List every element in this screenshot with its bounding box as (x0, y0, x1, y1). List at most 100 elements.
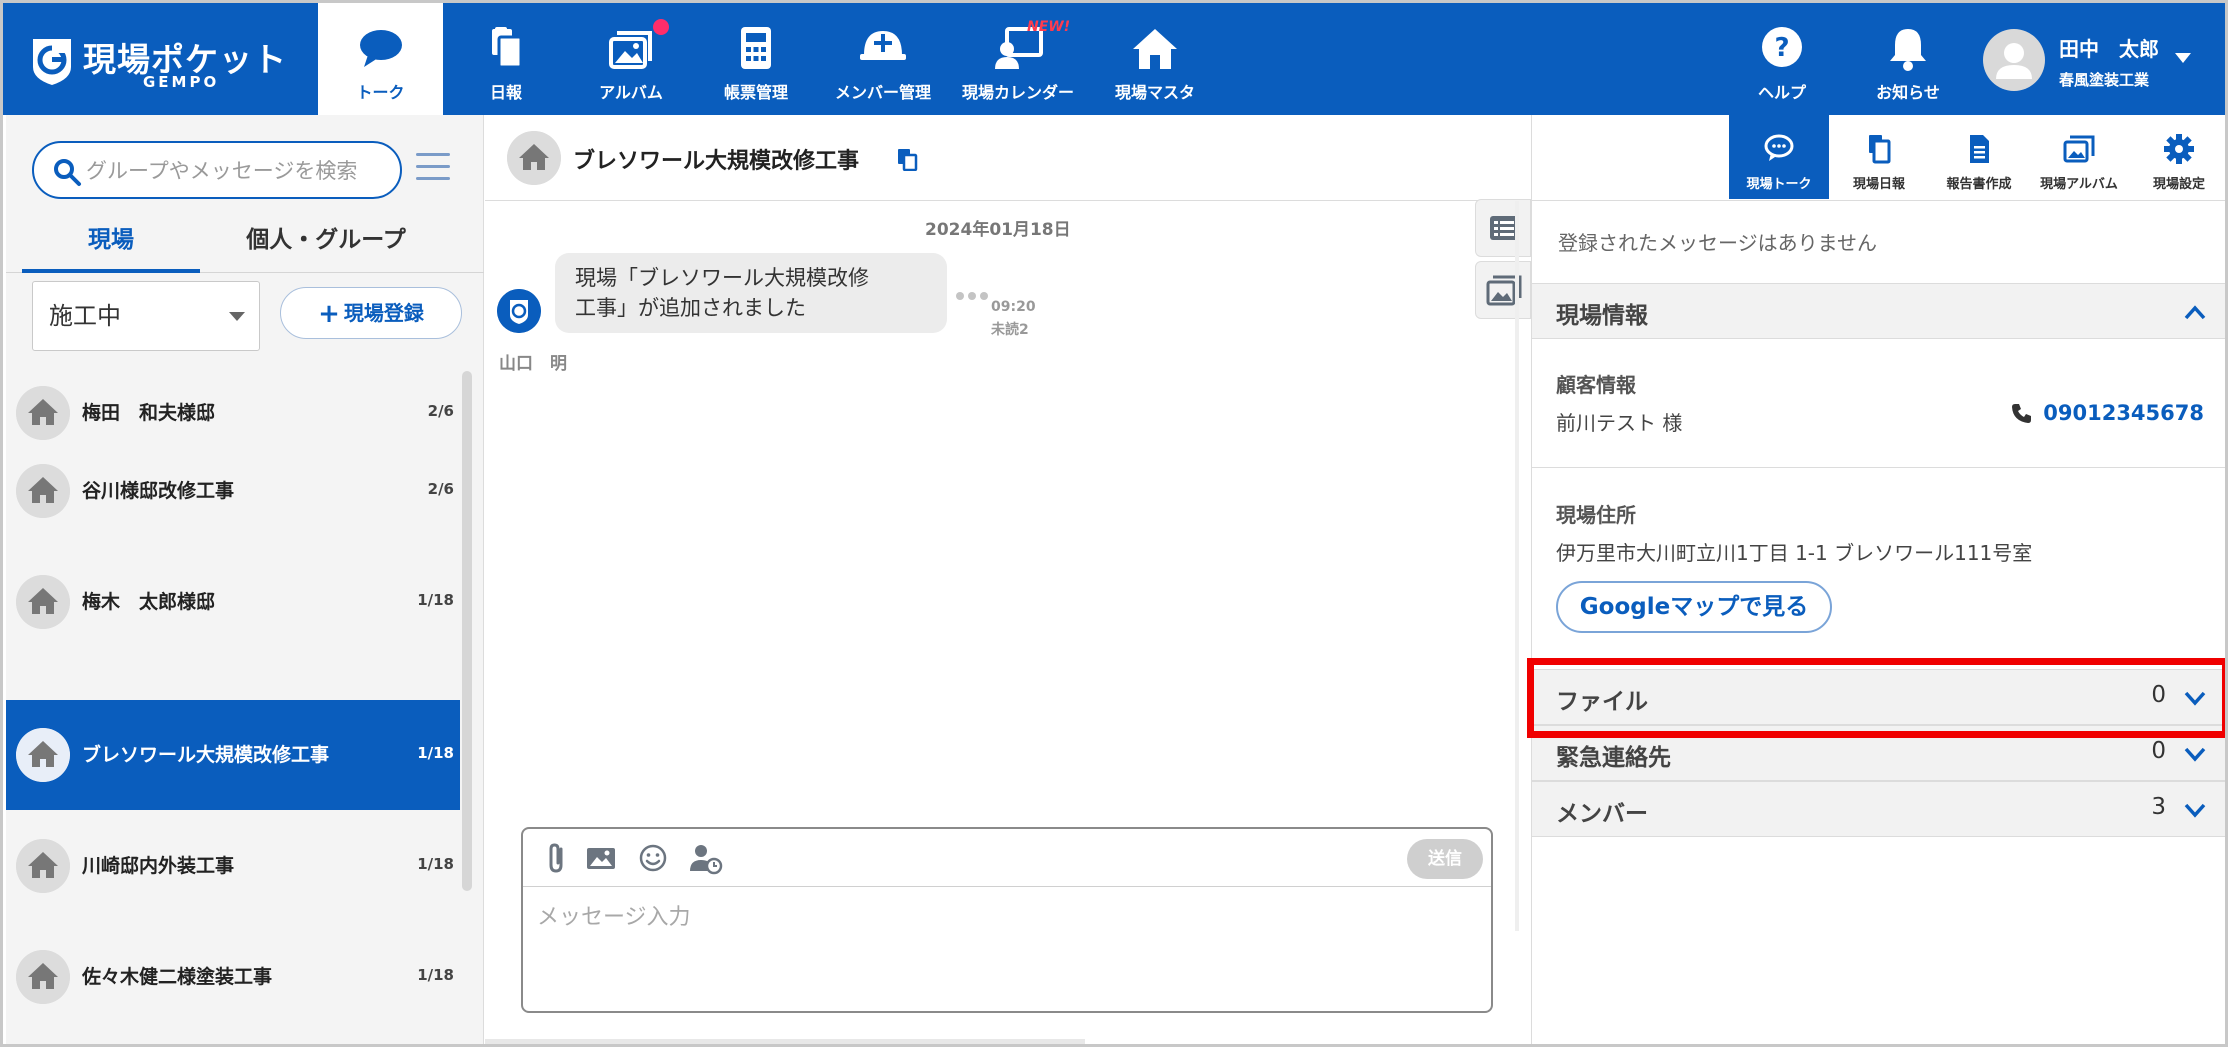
album-icon (2063, 135, 2095, 163)
unread-count: 1/18 (417, 744, 454, 762)
chat-title: ブレソワール大規模改修工事 (573, 149, 860, 174)
album-icon (609, 31, 652, 69)
copy-icon[interactable] (895, 147, 919, 171)
scheduled-send-icon[interactable] (687, 841, 723, 875)
search-icon (54, 159, 81, 186)
status-filter-select[interactable]: 施工中 (32, 281, 260, 351)
message-text-line1: 現場「ブレソワール大規模改修 (575, 266, 869, 290)
chat-scrollbar[interactable] (1515, 201, 1519, 931)
more-dots-icon[interactable] (955, 291, 989, 301)
message-time: 09:20 (991, 299, 1036, 315)
tab-site-talk[interactable]: 現場トーク (1729, 115, 1829, 199)
user-company: 春風塗装工業 (2059, 71, 2150, 89)
message-input[interactable] (537, 899, 1477, 999)
files-label: ファイル (1556, 689, 1648, 715)
user-avatar[interactable] (1983, 29, 2045, 91)
helmet-icon (860, 31, 906, 60)
emergency-label: 緊急連絡先 (1556, 745, 1671, 771)
register-site-button[interactable]: + 現場登録 (280, 287, 462, 339)
site-detail-tabs: 現場トーク 現場日報 報告書作成 現場アルバム 現場設定 (1532, 115, 2225, 201)
chat-panel: ブレソワール大規模改修工事 2024年01月18日 現場「ブレソワール大規模改修… (485, 115, 1531, 1044)
tab-personal-group[interactable]: 個人・グループ (226, 215, 426, 273)
files-count: 0 (2151, 682, 2166, 708)
status-filter-value: 施工中 (49, 302, 121, 330)
customer-phone-link[interactable]: 09012345678 (2011, 401, 2204, 425)
nav-help[interactable]: ? ヘルプ (1741, 3, 1823, 115)
album-icon (1486, 275, 1522, 306)
tab-report-creation[interactable]: 報告書作成 (1929, 115, 2029, 199)
nav-member-management[interactable]: メンバー管理 (823, 3, 943, 115)
site-info-section-header[interactable]: 現場情報 (1532, 283, 2225, 339)
address-label: 現場住所 (1556, 503, 1636, 527)
chat-bubble-icon (1764, 134, 1794, 161)
nav-site-master[interactable]: 現場マスタ (1107, 3, 1203, 115)
nav-forms[interactable]: 帳票管理 (715, 3, 797, 115)
list-view-button[interactable] (1475, 199, 1531, 257)
daily-report-icon (492, 27, 523, 69)
emergency-contacts-section-header[interactable]: 緊急連絡先 0 (1532, 725, 2225, 781)
message-composer: 送信 (521, 827, 1493, 1013)
tab-site-settings[interactable]: 現場設定 (2129, 115, 2225, 199)
message-text-line2: 工事」が追加されました (575, 296, 806, 320)
unread-count: 2/6 (427, 480, 454, 498)
chat-horizontal-scrollbar[interactable] (485, 1039, 1085, 1044)
user-name[interactable]: 田中 太郎 (2059, 33, 2159, 62)
site-list-item[interactable]: 梅木 太郎様邸 1/18 (6, 547, 460, 657)
gear-icon (2164, 134, 2194, 164)
nav-daily-report[interactable]: 日報 (463, 3, 549, 115)
site-list-item-selected[interactable]: ブレソワール大規模改修工事 1/18 (6, 700, 460, 810)
chevron-up-icon (2184, 305, 2206, 320)
report-document-icon (1970, 135, 1989, 163)
customer-info-label: 顧客情報 (1556, 373, 1636, 397)
site-tabs: 現場 個人・グループ (6, 215, 484, 273)
new-badge: NEW! (1027, 19, 1071, 35)
app-window: 現場ポケット GEMPO トーク 日報 アルバム 帳票管理 メンバー管理 現場カ… (0, 0, 2228, 1047)
house-icon (507, 131, 561, 185)
search-input[interactable] (86, 153, 386, 189)
tab-site-album[interactable]: 現場アルバム (2029, 115, 2129, 199)
tab-sites[interactable]: 現場 (22, 215, 200, 273)
phone-icon (2012, 404, 2032, 423)
list-icon (1490, 216, 1518, 240)
site-list-item[interactable]: 川崎邸内外装工事 1/18 (6, 811, 460, 921)
tab-site-daily-report[interactable]: 現場日報 (1829, 115, 1929, 199)
site-list-scrollbar[interactable] (462, 371, 472, 891)
chevron-down-icon (2184, 747, 2206, 762)
members-label: メンバー (1556, 801, 1648, 827)
help-icon: ? (1762, 27, 1802, 67)
house-icon (16, 575, 70, 629)
plus-icon: + (318, 299, 340, 329)
menu-icon[interactable] (416, 153, 450, 183)
site-detail-panel: 現場トーク 現場日報 報告書作成 現場アルバム 現場設定 登録されたメッセージは… (1531, 115, 2225, 1044)
emoji-icon[interactable] (635, 841, 671, 875)
chat-header: ブレソワール大規模改修工事 (485, 115, 1531, 201)
attachment-icon[interactable] (539, 841, 575, 875)
send-button[interactable]: 送信 (1407, 839, 1483, 879)
google-map-button[interactable]: Googleマップで見る (1556, 581, 1832, 633)
user-menu-caret-icon[interactable] (2175, 53, 2191, 63)
members-section-header[interactable]: メンバー 3 (1532, 781, 2225, 837)
message-bubble[interactable]: 現場「ブレソワール大規模改修 工事」が追加されました (555, 253, 947, 333)
nav-notifications[interactable]: お知らせ (1865, 3, 1951, 115)
nav-talk[interactable]: トーク (318, 3, 443, 115)
site-list-item[interactable]: 谷川様邸改修工事 2/6 (6, 436, 460, 546)
chat-bubble-icon (359, 30, 402, 67)
album-view-button[interactable] (1475, 261, 1531, 319)
composer-toolbar: 送信 (523, 829, 1491, 887)
site-list-item[interactable]: 佐々木健二様塗装工事 1/18 (6, 922, 460, 1032)
app-logo[interactable]: 現場ポケット GEMPO (29, 33, 286, 91)
calculator-icon (741, 27, 771, 69)
chevron-down-icon (229, 312, 245, 321)
unread-count: 1/18 (417, 855, 454, 873)
image-icon[interactable] (583, 841, 619, 875)
site-info-title: 現場情報 (1556, 303, 1648, 329)
house-icon (16, 728, 70, 782)
logo-shield-icon (33, 39, 71, 85)
house-icon (16, 386, 70, 440)
unread-count: 1/18 (417, 591, 454, 609)
house-icon (16, 464, 70, 518)
bell-icon (1890, 29, 1926, 71)
search-box[interactable] (32, 141, 402, 199)
house-icon (1133, 29, 1177, 69)
files-section-header[interactable]: ファイル 0 (1532, 669, 2225, 725)
